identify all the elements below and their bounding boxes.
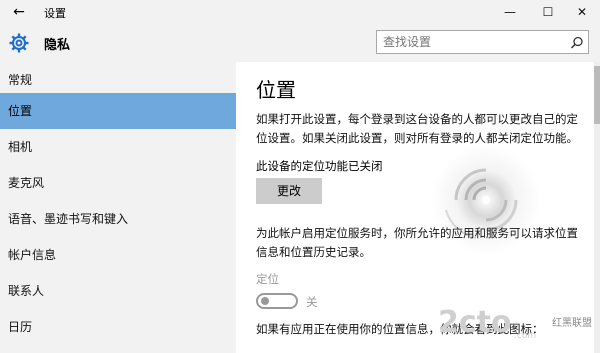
watermark-sub: 红黑联盟 — [552, 316, 592, 329]
sidebar-item-contacts[interactable]: 联系人 — [0, 273, 236, 309]
toggle-knob — [261, 297, 269, 305]
watermark-logo: 2cto .com 红黑联盟 — [438, 305, 592, 341]
change-button[interactable]: 更改 — [256, 178, 322, 204]
close-icon[interactable]: ✕ — [564, 0, 600, 24]
page-title: 位置 — [256, 78, 296, 102]
location-toggle[interactable] — [256, 293, 298, 309]
sidebar-item-calendar[interactable]: 日历 — [0, 309, 236, 345]
sidebar-item-camera[interactable]: 相机 — [0, 129, 236, 165]
watermark-text: 2cto — [438, 305, 512, 340]
scrollbar-thumb[interactable] — [594, 66, 600, 124]
search-icon[interactable] — [570, 35, 584, 49]
search-input[interactable] — [377, 31, 567, 53]
title-bar: ← 设置 — ☐ ✕ — [0, 0, 600, 24]
gear-icon — [8, 32, 30, 54]
window-title: 设置 — [44, 7, 66, 20]
account-location-text: 为此帐户启用定位服务时，你所允许的应用和服务可以请求位置信息和位置历史记录。 — [256, 226, 578, 259]
section-title: 隐私 — [44, 38, 71, 53]
back-arrow-icon[interactable]: ← — [10, 3, 28, 21]
watermark-suffix: .com — [514, 331, 536, 341]
sidebar: 常规 位置 相机 麦克风 语音、墨迹书写和键入 帐户信息 联系人 日历 — [0, 62, 236, 353]
sidebar-item-speech-inking-typing[interactable]: 语音、墨迹书写和键入 — [0, 201, 236, 237]
toggle-state-label: 关 — [306, 295, 318, 309]
maximize-icon[interactable]: ☐ — [530, 0, 566, 24]
sidebar-item-microphone[interactable]: 麦克风 — [0, 165, 236, 201]
search-box[interactable] — [376, 30, 589, 54]
location-label: 定位 — [256, 272, 279, 286]
sidebar-item-location[interactable]: 位置 — [0, 93, 236, 129]
settings-header: 隐私 — [0, 24, 600, 62]
sidebar-item-account-info[interactable]: 帐户信息 — [0, 237, 236, 273]
device-location-status: 此设备的定位功能已关闭 — [256, 159, 383, 173]
minimize-icon[interactable]: — — [492, 0, 528, 24]
